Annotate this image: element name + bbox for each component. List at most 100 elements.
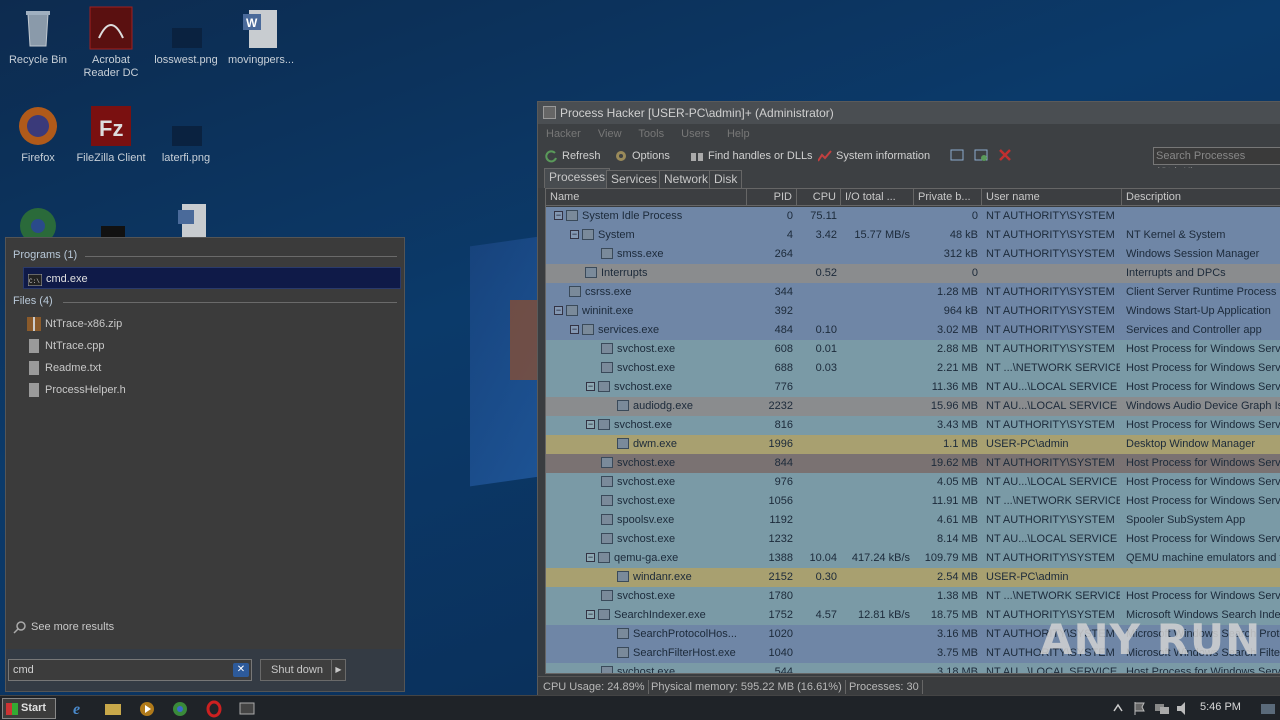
file-item-label: NtTrace.cpp bbox=[45, 340, 105, 352]
process-icon bbox=[617, 399, 629, 411]
tab-network[interactable]: Network bbox=[659, 170, 714, 188]
explorer-icon[interactable] bbox=[103, 699, 123, 718]
desktop-icon-losswest[interactable]: losswest.png bbox=[148, 6, 224, 67]
process-icon bbox=[601, 475, 613, 487]
desktop-icon-filezilla[interactable]: Fz FileZilla Client bbox=[73, 104, 149, 165]
show-desktop-icon[interactable] bbox=[1258, 699, 1278, 718]
cell-user: NT AU...\LOCAL SERVICE bbox=[986, 666, 1118, 674]
menu-tools[interactable]: Tools bbox=[638, 128, 664, 140]
column-name[interactable]: Name bbox=[546, 189, 747, 206]
find-handles-button[interactable]: Find handles or DLLs bbox=[690, 148, 813, 164]
table-row[interactable]: − svchost.exe 776 11.36 MB NT AU...\LOCAL SE… bbox=[546, 378, 1280, 397]
start-search-input[interactable]: cmd ✕ bbox=[8, 659, 252, 681]
table-row[interactable]: spoolsv.exe 1192 4.61 MB NT AUTHORITY\SYSTE… bbox=[546, 511, 1280, 530]
table-row[interactable]: svchost.exe 688 0.03 2.21 MB NT ...\NETWORK … bbox=[546, 359, 1280, 378]
column-pid[interactable]: PID bbox=[747, 189, 797, 206]
collapse-toggle-icon[interactable]: − bbox=[570, 324, 579, 334]
file-item[interactable]: ProcessHelper.h bbox=[23, 379, 401, 401]
table-row[interactable]: audiodg.exe 2232 15.96 MB NT AU...\LOCAL SE… bbox=[546, 397, 1280, 416]
see-more-results-link[interactable]: See more results bbox=[9, 616, 387, 638]
clock[interactable]: 5:46 PM bbox=[1200, 701, 1241, 713]
clear-search-icon[interactable]: ✕ bbox=[233, 663, 249, 677]
table-row[interactable]: svchost.exe 1780 1.38 MB NT ...\NETWORK SER… bbox=[546, 587, 1280, 606]
table-header: Name PID CPU I/O total ... Private b... … bbox=[546, 189, 1280, 206]
table-row[interactable]: − svchost.exe 816 3.43 MB NT AUTHORITY\SYSTE… bbox=[546, 416, 1280, 435]
start-button[interactable]: Start bbox=[2, 698, 56, 719]
file-item[interactable]: NtTrace.cpp bbox=[23, 335, 401, 357]
shut-down-button[interactable]: Shut down ▶ bbox=[260, 659, 346, 681]
collapse-toggle-icon[interactable]: − bbox=[554, 305, 563, 315]
desktop-icon-movingpers[interactable]: W movingpers... bbox=[223, 6, 299, 67]
desktop-icon-acrobat[interactable]: Acrobat Reader DC bbox=[73, 6, 149, 80]
tab-processes[interactable]: Processes bbox=[544, 168, 611, 188]
table-row[interactable]: csrss.exe 344 1.28 MB NT AUTHORITY\SYSTEM Cl… bbox=[546, 283, 1280, 302]
tab-services[interactable]: Services bbox=[606, 170, 663, 188]
table-row[interactable]: dwm.exe 1996 1.1 MB USER-PC\admin Desktop Wi… bbox=[546, 435, 1280, 454]
table-row[interactable]: windanr.exe 2152 0.30 2.54 MB USER-PC\admin bbox=[546, 568, 1280, 587]
show-hidden-icons-icon[interactable] bbox=[1108, 699, 1128, 718]
process-icon bbox=[598, 418, 610, 430]
column-private-bytes[interactable]: Private b... bbox=[914, 189, 982, 206]
file-item[interactable]: NtTrace-x86.zip bbox=[23, 313, 401, 335]
flag-icon[interactable] bbox=[1130, 699, 1150, 718]
toolbar: Refresh Options Find handles or DLLs Sys… bbox=[538, 144, 1280, 178]
cell-cpu bbox=[797, 245, 837, 264]
column-cpu[interactable]: CPU bbox=[797, 189, 841, 206]
menu-hacker[interactable]: Hacker bbox=[546, 128, 581, 140]
tab-disk[interactable]: Disk bbox=[709, 170, 743, 188]
desktop-icon-label: Acrobat Reader DC bbox=[83, 54, 139, 79]
options-button[interactable]: Options bbox=[614, 148, 670, 164]
collapse-toggle-icon[interactable]: − bbox=[586, 419, 595, 429]
search-processes-input[interactable]: Search Processes (Ctrl+K) bbox=[1153, 147, 1280, 178]
volume-icon[interactable] bbox=[1174, 699, 1194, 718]
ie-icon[interactable]: e bbox=[70, 699, 90, 718]
menu-help[interactable]: Help bbox=[727, 128, 750, 140]
window-title-bar[interactable]: Process Hacker [USER-PC\admin]+ (Adminis… bbox=[538, 102, 1280, 124]
column-io-total[interactable]: I/O total ... bbox=[841, 189, 914, 206]
table-row[interactable]: svchost.exe 1232 8.14 MB NT AU...\LOCAL SER… bbox=[546, 530, 1280, 549]
table-row[interactable]: svchost.exe 844 19.62 MB NT AUTHORITY\SYSTE… bbox=[546, 454, 1280, 473]
table-row[interactable]: − services.exe 484 0.10 3.02 MB NT AUTHORITY\… bbox=[546, 321, 1280, 340]
table-row[interactable]: svchost.exe 544 3.18 MB NT AU...\LOCAL SERV… bbox=[546, 663, 1280, 674]
collapse-toggle-icon[interactable]: − bbox=[586, 552, 595, 562]
chevron-right-icon[interactable]: ▶ bbox=[331, 660, 345, 680]
table-row[interactable]: − System Idle Process 0 75.11 0 NT AUTHORITY\… bbox=[546, 207, 1280, 226]
process-name-cell: − qemu-ga.exe bbox=[586, 549, 749, 568]
collapse-toggle-icon[interactable]: − bbox=[570, 229, 579, 239]
find-window-button[interactable] bbox=[974, 148, 988, 164]
collapse-toggle-icon[interactable]: − bbox=[586, 381, 595, 391]
file-item[interactable]: Readme.txt bbox=[23, 357, 401, 379]
chrome-icon[interactable] bbox=[170, 699, 190, 718]
table-row[interactable]: svchost.exe 976 4.05 MB NT AU...\LOCAL SERV… bbox=[546, 473, 1280, 492]
table-row[interactable]: svchost.exe 1056 11.91 MB NT ...\NETWORK SE… bbox=[546, 492, 1280, 511]
terminate-button[interactable] bbox=[998, 148, 1012, 164]
column-user-name[interactable]: User name bbox=[982, 189, 1122, 206]
desktop-icon-recycle-bin[interactable]: Recycle Bin bbox=[0, 6, 76, 67]
cell-priv: 19.62 MB bbox=[930, 457, 978, 469]
menu-users[interactable]: Users bbox=[681, 128, 710, 140]
menu-view[interactable]: View bbox=[598, 128, 622, 140]
process-hacker-icon[interactable] bbox=[237, 699, 257, 718]
svg-text:C:\: C:\ bbox=[29, 278, 40, 285]
table-row[interactable]: − System 4 3.42 15.77 MB/s 48 kB NT AUTHORITY\… bbox=[546, 226, 1280, 245]
desktop-icon-firefox[interactable]: Firefox bbox=[0, 104, 76, 165]
window-icon-button[interactable] bbox=[950, 148, 964, 164]
opera-icon[interactable] bbox=[204, 699, 224, 718]
table-row[interactable]: − qemu-ga.exe 1388 10.04 417.24 kB/s 109.79 M… bbox=[546, 549, 1280, 568]
window-icon bbox=[950, 149, 964, 165]
collapse-toggle-icon[interactable]: − bbox=[554, 210, 563, 220]
table-row[interactable]: svchost.exe 608 0.01 2.88 MB NT AUTHORITY\SY… bbox=[546, 340, 1280, 359]
table-row[interactable]: Interrupts 0.52 0 Interrupts and DPCs bbox=[546, 264, 1280, 283]
cell-priv: 18.75 MB bbox=[930, 609, 978, 621]
network-icon[interactable] bbox=[1152, 699, 1172, 718]
cell-pid: 544 bbox=[774, 666, 793, 674]
refresh-button[interactable]: Refresh bbox=[544, 148, 601, 164]
collapse-toggle-icon[interactable]: − bbox=[586, 609, 595, 619]
media-player-icon[interactable] bbox=[137, 699, 157, 718]
table-row[interactable]: smss.exe 264 312 kB NT AUTHORITY\SYSTEM Wind… bbox=[546, 245, 1280, 264]
desktop-icon-laterfi[interactable]: laterfi.png bbox=[148, 104, 224, 165]
column-description[interactable]: Description bbox=[1122, 189, 1280, 206]
program-item-cmd[interactable]: C:\ cmd.exe bbox=[23, 267, 401, 289]
table-row[interactable]: − wininit.exe 392 964 kB NT AUTHORITY\SYSTEM… bbox=[546, 302, 1280, 321]
system-information-button[interactable]: System information bbox=[817, 148, 930, 164]
